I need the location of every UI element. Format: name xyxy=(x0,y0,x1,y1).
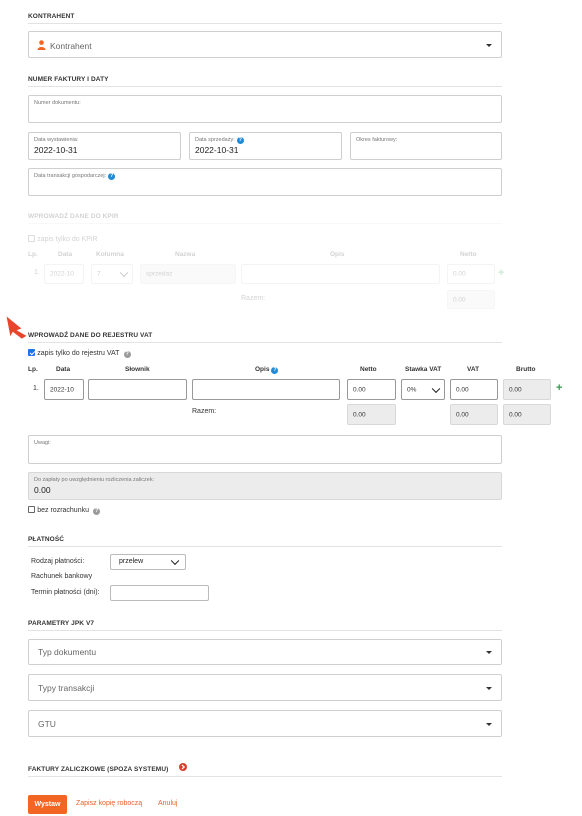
only-vat-label: zapis tylko do rejestru VAT xyxy=(37,350,120,357)
vat-header-date: Data xyxy=(56,366,71,373)
vat-net-input[interactable]: 0.00 xyxy=(347,379,396,400)
chevron-down-icon xyxy=(486,722,492,726)
vat-sum-label: Razem: xyxy=(192,408,217,415)
kpir-date-input[interactable]: 2022-10 xyxy=(44,264,84,284)
help-icon[interactable]: ? xyxy=(123,351,131,358)
vat-header-vat: VAT xyxy=(467,366,480,373)
add-row-icon[interactable]: + xyxy=(498,268,504,279)
section-title-jpk: PARAMETRY JPK V7 xyxy=(28,620,95,627)
chevron-down-icon xyxy=(486,651,492,654)
arrow-right-circle-icon[interactable] xyxy=(179,763,187,773)
to-pay-label: Do zapłaty po uwzględnieniu rozliczenia … xyxy=(34,477,155,483)
vat-header-net: Netto xyxy=(360,366,377,373)
issue-button[interactable]: Wystaw xyxy=(28,795,67,814)
payment-type-value: przelew xyxy=(119,558,144,565)
gtu-dropdown[interactable]: GTU xyxy=(28,710,502,737)
transaction-types-dropdown[interactable]: Typy transakcji xyxy=(28,674,502,701)
vat-header-gross: Brutto xyxy=(516,366,536,373)
gtu-placeholder: GTU xyxy=(38,718,56,729)
kpir-sum-label: Razem: xyxy=(241,295,266,302)
advance-invoices-header[interactable]: FAKTURY ZALICZKOWE (SPOZA SYSTEMU) xyxy=(28,763,187,773)
vat-header-dictionary: Słownik xyxy=(125,366,150,373)
vat-sum-vat: 0.00 xyxy=(450,404,498,425)
chevron-down-icon xyxy=(486,686,492,690)
chevron-down-icon xyxy=(170,556,180,566)
bank-account-label: Rachunek bankowy xyxy=(31,573,93,580)
section-title-payment: PŁATNOŚĆ xyxy=(28,536,65,543)
vat-header-rate: Stawka VAT xyxy=(405,366,442,373)
remarks-field[interactable]: Uwagi: xyxy=(28,435,502,464)
kpir-sum-net: 0.00 xyxy=(447,290,495,309)
chevron-down-icon xyxy=(431,384,441,393)
kpir-header-date: Data xyxy=(58,251,73,258)
vat-header-description: Opis xyxy=(255,366,270,373)
kpir-header-name: Nazwa xyxy=(175,251,196,258)
document-type-placeholder: Typ dokumentu xyxy=(38,647,97,657)
vat-date-input[interactable]: 2022-10 xyxy=(44,379,84,400)
kpir-header-net: Netto xyxy=(460,251,477,258)
no-settlement-label: bez rozrachunku xyxy=(37,507,89,514)
divider xyxy=(28,342,502,343)
vat-row-lp: 1. xyxy=(33,385,39,392)
vat-description-input[interactable] xyxy=(192,379,340,400)
vat-gross-value: 0.00 xyxy=(503,379,551,400)
kpir-column-select[interactable]: 7 xyxy=(91,264,133,284)
divider xyxy=(28,223,502,224)
section-title-kpir: WPROWADŹ DANE DO KPIR xyxy=(28,213,119,220)
vat-sum-net: 0.00 xyxy=(347,404,396,425)
payment-term-label: Termin płatności (dni): xyxy=(31,589,100,596)
chevron-down-icon xyxy=(119,268,129,278)
transaction-types-placeholder: Typy transakcji xyxy=(38,682,95,693)
vat-dictionary-input[interactable] xyxy=(88,379,187,400)
document-type-dropdown[interactable]: Typ dokumentu xyxy=(28,639,502,665)
no-settlement-checkbox[interactable] xyxy=(28,506,35,513)
kpir-description-input[interactable] xyxy=(241,264,440,284)
divider xyxy=(28,776,502,777)
kpir-header-lp: Lp. xyxy=(28,251,38,258)
save-draft-link[interactable]: Zapisz kopię roboczą xyxy=(76,800,142,807)
section-title-advance: FAKTURY ZALICZKOWE (SPOZA SYSTEMU) xyxy=(28,766,169,773)
divider xyxy=(28,630,502,631)
kpir-section: WPROWADŹ DANE DO KPIR zapis tylko do KPi… xyxy=(0,0,582,310)
kpir-name-input[interactable]: sprzedaż xyxy=(140,264,236,284)
kpir-row-lp: 1. xyxy=(34,269,40,276)
vat-rate-select[interactable]: 0% xyxy=(401,379,445,400)
remarks-label: Uwagi: xyxy=(34,440,51,446)
payment-type-select[interactable]: przelew xyxy=(110,554,186,570)
kpir-net-input[interactable]: 0.00 xyxy=(447,264,495,284)
payment-term-input[interactable] xyxy=(110,585,209,601)
only-vat-checkbox[interactable] xyxy=(28,349,35,356)
only-kpir-label: zapis tylko do KPiR xyxy=(37,236,98,243)
to-pay-field: Do zapłaty po uwzględnieniu rozliczenia … xyxy=(28,472,502,500)
vat-sum-gross: 0.00 xyxy=(503,404,551,425)
help-icon[interactable]: ? xyxy=(93,508,101,515)
divider xyxy=(28,546,502,547)
payment-type-label: Rodzaj płatności: xyxy=(31,558,85,565)
vat-header-lp: Lp. xyxy=(28,366,38,373)
add-row-icon[interactable]: + xyxy=(556,383,562,394)
vat-vat-input[interactable]: 0.00 xyxy=(450,379,498,400)
section-title-vat: WPROWADŹ DANE DO REJESTRU VAT xyxy=(28,332,153,339)
only-kpir-checkbox[interactable] xyxy=(28,235,35,242)
kpir-header-description: Opis xyxy=(330,251,345,258)
cancel-link[interactable]: Anuluj xyxy=(158,800,177,807)
kpir-header-column: Kolumna xyxy=(96,251,124,258)
help-icon[interactable]: ? xyxy=(271,367,279,374)
to-pay-value: 0.00 xyxy=(34,485,51,495)
